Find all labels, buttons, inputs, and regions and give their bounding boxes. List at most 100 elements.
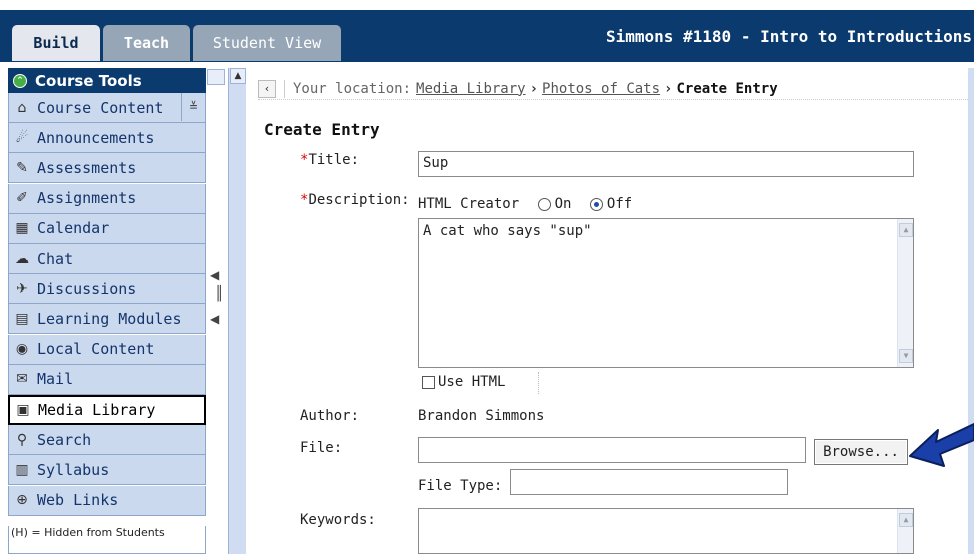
sidebar-item-label: Calendar xyxy=(37,219,110,238)
file-type-label: File Type: xyxy=(418,478,503,494)
description-label-text: Description: xyxy=(308,192,410,208)
sidebar-item-label: Assignments xyxy=(37,189,137,208)
course-content-icon: ⌂ xyxy=(17,99,27,116)
breadcrumb-link-photos-of-cats[interactable]: Photos of Cats xyxy=(542,81,660,97)
description-scrollbar[interactable]: ▲ ▼ xyxy=(897,219,913,367)
sidebar-item-announcements[interactable]: ☄ Announcements xyxy=(8,123,206,154)
html-creator-row: HTML Creator On Off xyxy=(418,196,632,212)
tab-teach[interactable]: Teach xyxy=(103,25,190,61)
search-icon: ⚲ xyxy=(16,431,28,448)
html-creator-on-label[interactable]: On xyxy=(555,196,572,212)
local-content-icon: ◉ xyxy=(15,341,29,358)
use-html-label[interactable]: Use HTML xyxy=(438,374,505,390)
back-icon[interactable]: ‹ xyxy=(258,79,276,98)
sidebar-item-label: Search xyxy=(37,430,92,449)
keywords-scrollbar[interactable]: ▲ xyxy=(897,509,913,553)
page-title: Create Entry xyxy=(264,120,380,139)
discussions-icon: ✈ xyxy=(16,280,28,297)
sidebar-item-label: Local Content xyxy=(37,340,155,359)
hidden-from-students-note: (H) = Hidden from Students xyxy=(8,526,206,554)
course-title: Simmons #1180 - Intro to Introductions xyxy=(605,27,972,46)
breadcrumb-separator-icon: › xyxy=(664,80,673,97)
description-text: A cat who says "sup" xyxy=(423,223,592,239)
sidebar-item-label: Web Links xyxy=(37,491,119,510)
calendar-icon: ▦ xyxy=(15,220,29,237)
title-input[interactable]: Sup xyxy=(418,151,914,177)
scroll-down-icon[interactable]: ▼ xyxy=(899,349,913,363)
sidebar-item-assignments[interactable]: ✐ Assignments xyxy=(8,183,206,214)
author-value: Brandon Simmons xyxy=(418,408,545,424)
sidebar-item-label: Discussions xyxy=(37,279,137,298)
sidebar-item-label: Assessments xyxy=(37,158,137,177)
breadcrumb: ‹ Your location: Media Library › Photos … xyxy=(258,78,968,100)
title-label-text: Title: xyxy=(308,152,360,168)
course-tools-title: Course Tools xyxy=(35,71,142,90)
sidebar-item-discussions[interactable]: ✈ Discussions xyxy=(8,274,206,305)
sidebar-item-label: Syllabus xyxy=(37,460,110,479)
keywords-textarea[interactable]: ▲ xyxy=(418,508,914,554)
browse-button[interactable]: Browse... xyxy=(814,439,908,465)
sidebar-item-local-content[interactable]: ◉ Local Content xyxy=(8,334,206,365)
sidebar-item-chat[interactable]: ☁ Chat xyxy=(8,244,206,274)
file-label: File: xyxy=(300,440,343,456)
course-tools-header[interactable]: ⌃ Course Tools xyxy=(8,68,206,93)
html-creator-on-radio[interactable] xyxy=(537,197,551,211)
description-textarea[interactable]: A cat who says "sup" ▲ ▼ xyxy=(418,218,914,368)
assessments-icon: ✎ xyxy=(16,159,28,176)
sidebar-item-label: Course Content xyxy=(37,98,164,117)
sidebar-item-mail[interactable]: ✉ Mail xyxy=(8,364,206,395)
media-library-icon: ▣ xyxy=(16,402,30,418)
assignments-icon: ✐ xyxy=(16,190,28,207)
sidebar-item-course-content[interactable]: ⌂ Course Content ≚ xyxy=(8,93,206,123)
drag-handle-icon[interactable]: ║ xyxy=(215,286,223,302)
scroll-up-icon[interactable]: ▲ xyxy=(899,513,913,527)
announcements-icon: ☄ xyxy=(15,129,29,146)
scroll-up-icon[interactable]: ▲ xyxy=(899,223,913,237)
sidebar-item-web-links[interactable]: ⊕ Web Links xyxy=(8,485,206,516)
sidebar-item-search[interactable]: ⚲ Search xyxy=(8,425,206,456)
top-bar: Build Teach Student View Simmons #1180 -… xyxy=(0,0,974,62)
chat-icon: ☁ xyxy=(15,250,29,267)
breadcrumb-separator-icon: › xyxy=(529,80,539,97)
html-creator-off-radio[interactable] xyxy=(589,197,603,211)
collapse-left-icon[interactable]: ◀ xyxy=(210,312,219,326)
divider xyxy=(538,372,539,394)
sidebar-item-calendar[interactable]: ▦ Calendar xyxy=(8,213,206,244)
sidebar-item-learning-modules[interactable]: ▤ Learning Modules xyxy=(8,304,206,335)
sidebar-item-label: Learning Modules xyxy=(37,309,182,328)
course-tools-sidebar: ⌃ Course Tools ⌂ Course Content ≚ ☄ Announce… xyxy=(8,68,206,554)
breadcrumb-current: Create Entry xyxy=(676,80,778,97)
collapse-icon[interactable]: ⌃ xyxy=(13,73,27,88)
breadcrumb-link-media-library[interactable]: Media Library xyxy=(416,81,526,97)
mail-icon: ✉ xyxy=(16,371,28,388)
scroll-up-icon[interactable]: ▲ xyxy=(230,68,246,84)
file-type-input[interactable] xyxy=(510,469,788,495)
html-creator-label: HTML Creator xyxy=(418,196,520,212)
collapse-left-icon[interactable]: ◀ xyxy=(210,268,219,282)
frame-scrollbar[interactable]: ▲ xyxy=(228,68,246,554)
html-creator-off-label[interactable]: Off xyxy=(607,196,632,212)
title-label: *Title: xyxy=(300,152,359,168)
tab-student-view[interactable]: Student View xyxy=(193,25,341,61)
description-label: *Description: xyxy=(300,192,410,208)
use-html-checkbox[interactable] xyxy=(422,375,435,389)
keywords-label: Keywords: xyxy=(300,512,376,528)
annotation-arrow-icon xyxy=(909,423,974,467)
sidebar-item-label: Chat xyxy=(37,249,74,268)
sidebar-item-label: Mail xyxy=(37,370,74,389)
learning-modules-icon: ▤ xyxy=(15,310,29,327)
breadcrumb-prefix: Your location: xyxy=(293,80,412,97)
expand-chevron-icon[interactable]: ≚ xyxy=(181,93,205,121)
web-links-icon: ⊕ xyxy=(16,492,28,509)
sidebar-item-label: Announcements xyxy=(37,128,155,147)
file-input[interactable] xyxy=(418,437,806,463)
sidebar-item-assessments[interactable]: ✎ Assessments xyxy=(8,153,206,184)
sidebar-item-syllabus[interactable]: ▥ Syllabus xyxy=(8,455,206,486)
sidebar-item-label: Media Library xyxy=(38,401,156,419)
sidebar-item-media-library[interactable]: ▣ Media Library xyxy=(8,395,206,425)
frame-splitter[interactable]: ◀ ║ ◀ xyxy=(206,68,228,554)
tab-build[interactable]: Build xyxy=(12,25,100,61)
syllabus-icon: ▥ xyxy=(15,461,29,478)
content-frame: ‹ Your location: Media Library › Photos … xyxy=(248,68,970,554)
use-html-row: Use HTML xyxy=(422,374,505,390)
